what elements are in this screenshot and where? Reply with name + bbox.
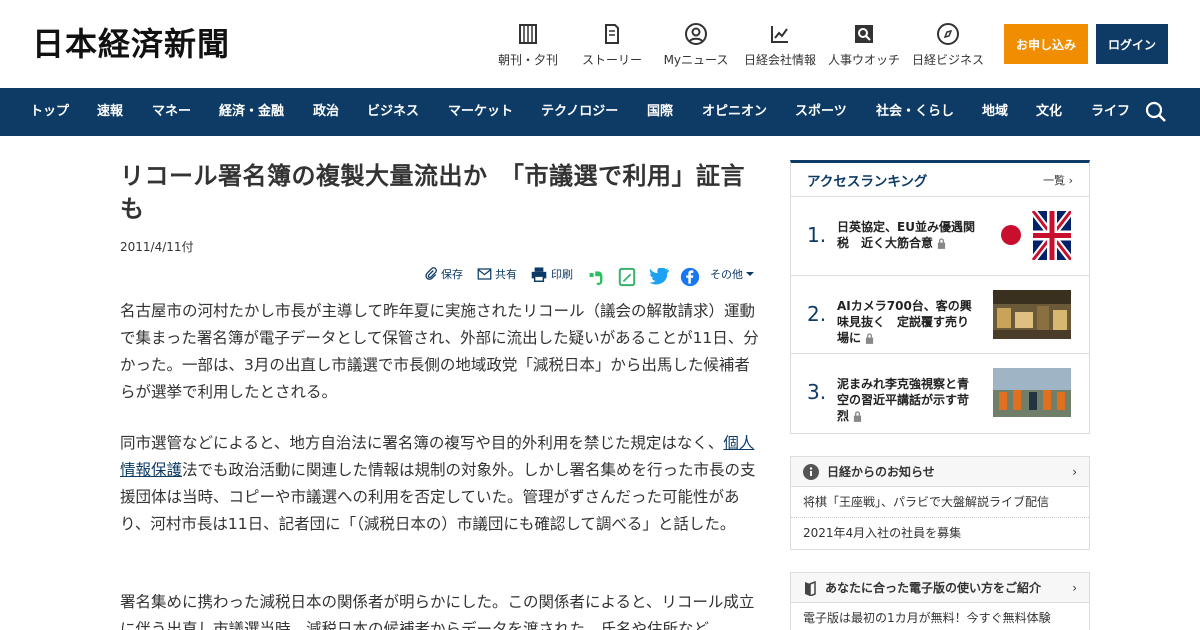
search-icon[interactable]: [1144, 100, 1168, 124]
service-story[interactable]: ストーリー: [570, 22, 654, 68]
access-ranking: アクセスランキング 一覧 › 1. 日英協定、EU並み優遇関税 近く大筋合意 2…: [790, 160, 1090, 434]
rank-number: 3.: [807, 380, 827, 404]
nav-item-culture[interactable]: 文化: [1036, 88, 1062, 136]
nav-item-international[interactable]: 国際: [647, 88, 673, 136]
ranking-title: アクセスランキング: [807, 173, 928, 190]
article-date: 2011/4/11付: [120, 240, 194, 254]
ranking-thumbnail: [993, 211, 1071, 260]
ranking-item[interactable]: 2. AIカメラ700台、客の興味見抜く 定説覆す売り場に: [791, 276, 1089, 354]
nav-item-life[interactable]: ライフ: [1091, 88, 1130, 136]
nav-item-politics[interactable]: 政治: [313, 88, 339, 136]
nav-item-economy[interactable]: 経済・金融: [219, 88, 284, 136]
save-button[interactable]: 保存: [424, 266, 463, 282]
lock-icon: [937, 238, 946, 249]
login-button[interactable]: ログイン: [1096, 24, 1168, 64]
chevron-right-icon: ›: [1072, 581, 1077, 595]
service-morning-evening[interactable]: 朝刊・夕刊: [486, 22, 570, 68]
share-button[interactable]: 共有: [477, 266, 517, 282]
service-personnel-watch[interactable]: 人事ウオッチ: [822, 22, 906, 68]
document-icon: [605, 24, 619, 44]
nav-item-society[interactable]: 社会・くらし: [876, 88, 954, 136]
mail-icon: [477, 268, 492, 280]
digital-guide: あなたに合った電子版の使い方をご紹介 › 電子版は最初の1カ月が無料！今すぐ無料…: [790, 572, 1090, 630]
chevron-right-icon: ›: [1068, 173, 1073, 187]
service-company-info[interactable]: 日経会社情報: [738, 22, 822, 68]
notice-item[interactable]: 2021年4月入社の社員を募集: [791, 518, 1089, 549]
ranking-headline: AIカメラ700台、客の興味見抜く 定説覆す売り場に: [837, 298, 972, 345]
article-paragraph-1: 名古屋市の河村たかし市長が主導して昨年夏に実施されたリコール（議会の解散請求）運…: [120, 302, 759, 401]
article-toolbar: 保存 共有 印刷 その他: [420, 266, 760, 288]
evernote-icon[interactable]: [588, 268, 604, 286]
caret-down-icon: [746, 272, 754, 276]
nav-item-top[interactable]: トップ: [30, 88, 69, 136]
nav-item-technology[interactable]: テクノロジー: [541, 88, 618, 136]
rank-number: 2.: [807, 301, 827, 326]
newspaper-icon: [519, 24, 537, 44]
site-logo[interactable]: 日本経済新聞: [32, 26, 230, 62]
nav-item-business[interactable]: ビジネス: [367, 88, 419, 136]
guide-title: あなたに合った電子版の使い方をご紹介: [825, 581, 1042, 595]
nav-item-money[interactable]: マネー: [152, 88, 191, 136]
magnifier-icon: [855, 25, 873, 43]
nav-item-sports[interactable]: スポーツ: [795, 88, 847, 136]
article-header: リコール署名簿の複製大量流出か 「市議選で利用」証言も 2011/4/11付: [120, 160, 760, 255]
article-title: リコール署名簿の複製大量流出か 「市議選で利用」証言も: [120, 162, 745, 223]
paperclip-icon: [425, 267, 437, 280]
compass-icon: [937, 23, 959, 45]
article-paragraph-2: 同市選管などによると、地方自治法に署名簿の複写や目的外利用を禁じた規定はなく、個…: [120, 434, 756, 533]
nav-item-breaking[interactable]: 速報: [97, 88, 123, 136]
lock-icon: [853, 411, 862, 422]
nikkei-notices: 日経からのお知らせ › 将棋「王座戦」、パラビで大盤解説ライブ配信 2021年4…: [790, 456, 1090, 550]
nav-item-market[interactable]: マーケット: [448, 88, 513, 136]
nav-item-region[interactable]: 地域: [982, 88, 1008, 136]
lock-icon: [865, 332, 874, 344]
subscribe-button[interactable]: お申し込み: [1004, 24, 1088, 64]
notices-title: 日経からのお知らせ: [827, 465, 935, 479]
booklet-icon: [805, 580, 816, 596]
notice-item[interactable]: 将棋「王座戦」、パラビで大盤解説ライブ配信: [791, 487, 1089, 518]
ranking-item[interactable]: 3. 泥まみれ李克強視察と青空の習近平講話が示す苛烈: [791, 354, 1089, 433]
ranking-thumbnail: [993, 368, 1071, 417]
ranking-headline: 泥まみれ李克強視察と青空の習近平講話が示す苛烈: [837, 377, 970, 423]
facebook-icon[interactable]: [680, 267, 700, 287]
rank-number: 1.: [807, 223, 827, 247]
service-nikkei-business[interactable]: 日経ビジネス: [906, 22, 990, 68]
ranking-thumbnail: [993, 289, 1071, 339]
chart-icon: [771, 26, 788, 43]
guide-item[interactable]: 電子版は最初の1カ月が無料！今すぐ無料体験: [791, 603, 1089, 630]
site-header: 日本経済新聞 朝刊・夕刊 ストーリー Myニュース 日経会社情報 人事ウオッチ …: [0, 0, 1200, 88]
bookmark-icon[interactable]: [618, 267, 636, 287]
ranking-item[interactable]: 1. 日英協定、EU並み優遇関税 近く大筋合意: [791, 197, 1089, 276]
user-icon: [685, 23, 707, 45]
ranking-more-link[interactable]: 一覧 ›: [1043, 172, 1073, 188]
printer-icon: [531, 267, 547, 282]
more-share-dropdown[interactable]: その他: [710, 266, 754, 282]
article-paragraph-3: 署名集めに携わった減税日本の関係者が明らかにした。この関係者によると、リコール成…: [120, 593, 755, 630]
nav-item-opinion[interactable]: オピニオン: [702, 88, 767, 136]
ranking-headline: 日英協定、EU並み優遇関税 近く大筋合意: [837, 220, 975, 250]
main-nav: トップ 速報 マネー 経済・金融 政治 ビジネス マーケット テクノロジー 国際…: [0, 88, 1200, 136]
service-my-news[interactable]: Myニュース: [654, 22, 738, 68]
info-icon: [803, 463, 819, 480]
print-button[interactable]: 印刷: [530, 266, 573, 282]
chevron-right-icon: ›: [1072, 465, 1077, 479]
twitter-icon[interactable]: [649, 268, 670, 285]
